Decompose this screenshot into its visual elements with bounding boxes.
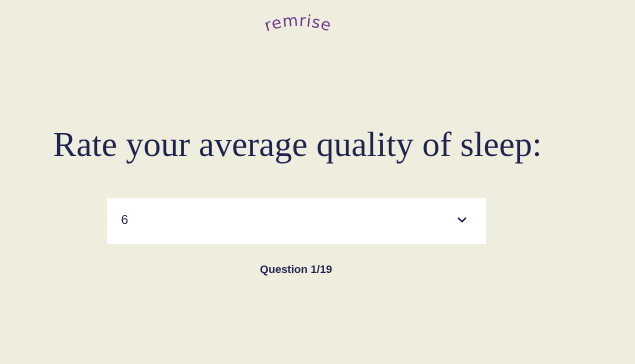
question-progress: Question 1/19 <box>259 264 333 276</box>
chevron-down-icon <box>457 215 467 225</box>
remrise-logo[interactable]: remrise <box>258 10 338 38</box>
logo-wordmark: remrise <box>262 11 334 36</box>
question-title: Rate your average quality of sleep: <box>53 125 542 164</box>
selected-value: 6 <box>121 212 129 227</box>
sleep-quality-select[interactable]: 6 <box>107 198 486 244</box>
